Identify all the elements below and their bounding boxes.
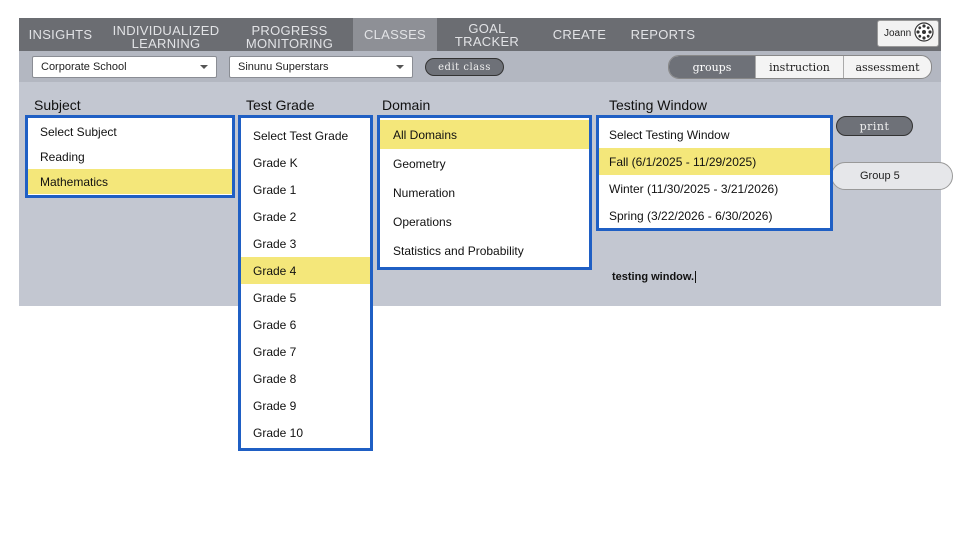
edit-class-button[interactable]: edit class [425, 58, 504, 76]
testing-window-option[interactable]: Spring (3/22/2026 - 6/30/2026) [599, 202, 830, 229]
testing-window-label: Testing Window [609, 97, 708, 113]
subject-option[interactable]: Select Subject [28, 119, 232, 144]
nav-reports[interactable]: REPORTS [624, 18, 702, 51]
grade-option[interactable]: Grade 7 [241, 338, 370, 365]
nav-individualized-learning[interactable]: INDIVIDUALIZED LEARNING [107, 18, 225, 53]
text-cursor [695, 271, 697, 284]
nav-insights[interactable]: INSIGHTS [19, 18, 102, 51]
nav-create[interactable]: CREATE [547, 18, 612, 51]
grade-option[interactable]: Grade 3 [241, 230, 370, 257]
grade-option[interactable]: Grade 10 [241, 419, 370, 446]
top-nav: INSIGHTS INDIVIDUALIZED LEARNING PROGRES… [19, 18, 941, 51]
grade-option[interactable]: Grade 1 [241, 176, 370, 203]
subject-option-selected[interactable]: Mathematics [28, 169, 232, 194]
subject-label: Subject [34, 97, 81, 113]
nav-progress-monitoring[interactable]: PROGRESS MONITORING [232, 18, 347, 53]
test-grade-dropdown: Select Test Grade Grade K Grade 1 Grade … [238, 115, 373, 451]
domain-option[interactable]: Statistics and Probability [380, 236, 589, 265]
user-avatar-icon [914, 22, 934, 45]
print-button[interactable]: print [836, 116, 913, 136]
subject-dropdown: Select Subject Reading Mathematics [25, 115, 235, 198]
user-name: Joann [884, 28, 912, 39]
group-5-tab[interactable]: Group 5 [831, 162, 953, 190]
class-select[interactable]: Sinunu Superstars [229, 56, 413, 78]
nav-goal-tracker[interactable]: GOAL TRACKER [437, 18, 537, 51]
testing-window-option[interactable]: Select Testing Window [599, 121, 830, 148]
domain-option-selected[interactable]: All Domains [380, 120, 589, 149]
grade-option[interactable]: Grade 2 [241, 203, 370, 230]
school-select[interactable]: Corporate School [32, 56, 217, 78]
grade-option[interactable]: Grade 6 [241, 311, 370, 338]
test-grade-label: Test Grade [246, 97, 315, 113]
testing-window-option-selected[interactable]: Fall (6/1/2025 - 11/29/2025) [599, 148, 830, 175]
user-menu[interactable]: Joann [877, 20, 939, 47]
school-select-value: Corporate School [41, 61, 127, 73]
grade-option[interactable]: Grade 8 [241, 365, 370, 392]
grade-option-selected[interactable]: Grade 4 [241, 257, 370, 284]
grade-option[interactable]: Grade K [241, 149, 370, 176]
class-select-value: Sinunu Superstars [238, 61, 329, 73]
domain-dropdown: All Domains Geometry Numeration Operatio… [377, 115, 592, 270]
segment-groups[interactable]: groups [669, 56, 755, 78]
domain-option[interactable]: Geometry [380, 149, 589, 178]
grade-option[interactable]: Grade 9 [241, 392, 370, 419]
domain-option[interactable]: Numeration [380, 178, 589, 207]
chevron-down-icon [396, 65, 404, 69]
testing-window-message: testing window. [612, 271, 697, 284]
chevron-down-icon [200, 65, 208, 69]
view-segmented-control: groups instruction assessment [668, 55, 932, 79]
segment-instruction[interactable]: instruction [755, 56, 843, 78]
domain-label: Domain [382, 97, 431, 113]
testing-window-dropdown: Select Testing Window Fall (6/1/2025 - 1… [596, 115, 833, 231]
grade-option[interactable]: Grade 5 [241, 284, 370, 311]
testing-window-option[interactable]: Winter (11/30/2025 - 3/21/2026) [599, 175, 830, 202]
grade-option[interactable]: Select Test Grade [241, 122, 370, 149]
segment-assessment[interactable]: assessment [843, 56, 931, 78]
nav-classes[interactable]: CLASSES [353, 18, 437, 51]
toolbar: Corporate School Sinunu Superstars edit … [19, 51, 941, 82]
subject-option[interactable]: Reading [28, 144, 232, 169]
domain-option[interactable]: Operations [380, 207, 589, 236]
